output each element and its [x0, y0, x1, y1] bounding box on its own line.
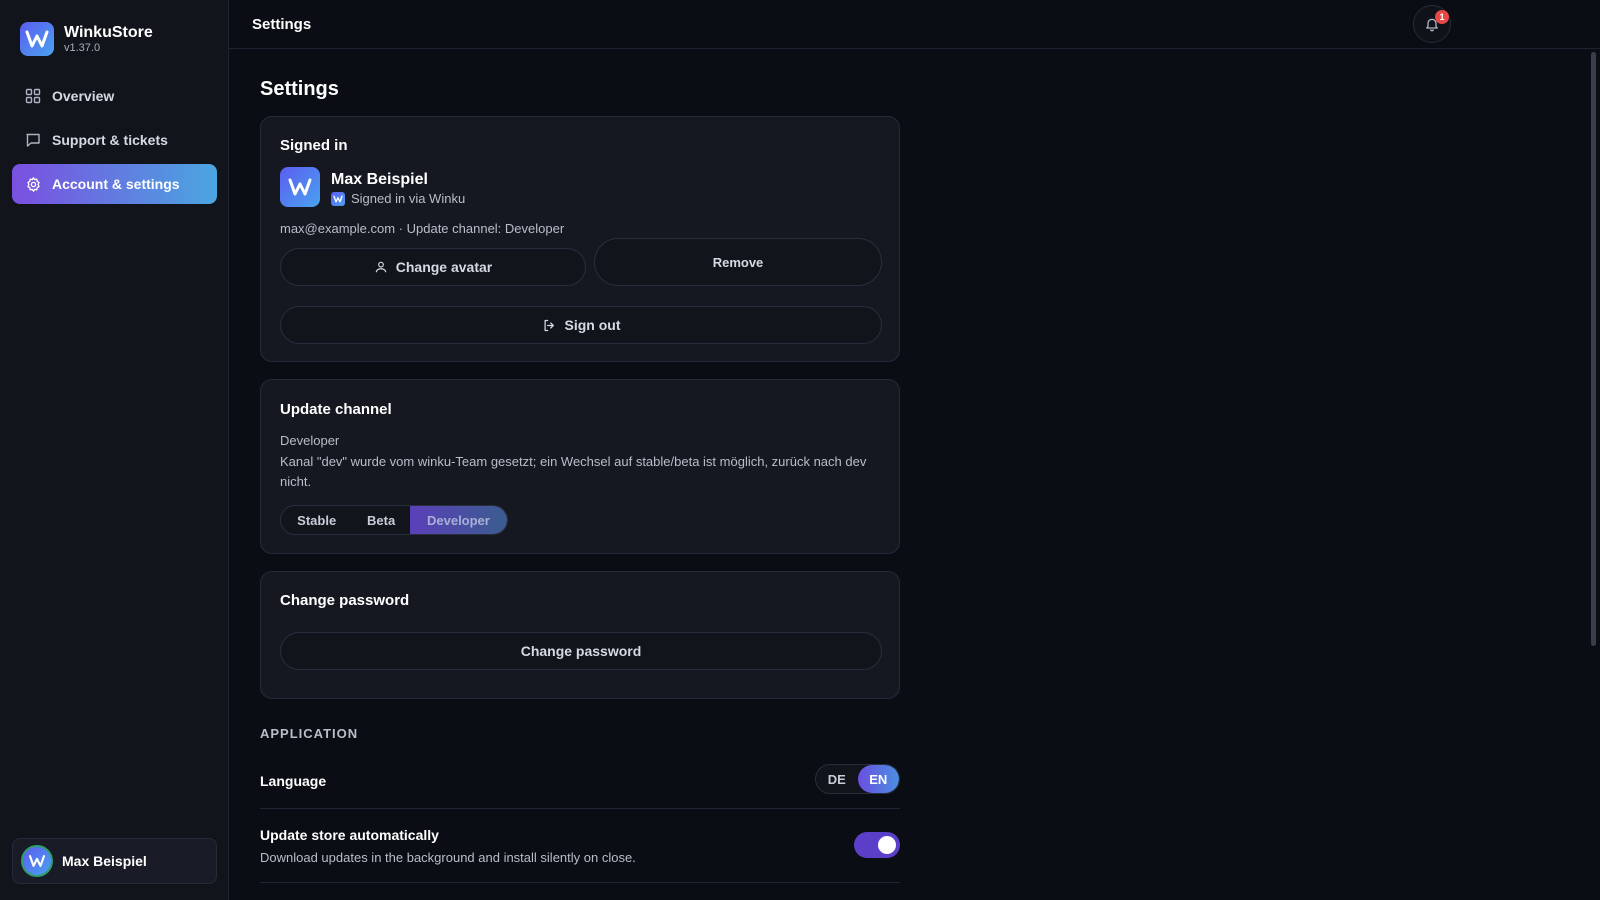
- auto-update-toggle[interactable]: [854, 832, 900, 858]
- change-password-card: Change password Change password: [260, 571, 900, 699]
- user-name: Max Beispiel: [62, 853, 147, 869]
- channel-selector: Stable Beta Developer: [280, 505, 508, 535]
- language-option-en[interactable]: EN: [857, 765, 899, 793]
- signed-in-heading: Signed in: [280, 137, 348, 154]
- scrollbar[interactable]: [1591, 52, 1596, 646]
- divider: [260, 808, 900, 809]
- change-password-button[interactable]: Change password: [280, 632, 882, 670]
- topbar-title: Settings: [252, 16, 312, 33]
- gear-icon: [24, 175, 42, 193]
- divider: [260, 882, 900, 883]
- signed-in-card: Signed in Max Beispiel Signed in via Win…: [260, 116, 900, 362]
- avatar: [21, 845, 53, 877]
- chat-icon: [24, 131, 42, 149]
- sign-out-button[interactable]: Sign out: [280, 306, 882, 344]
- update-channel-card: Update channel Developer Kanal "dev" wur…: [260, 379, 900, 554]
- topbar: Settings 1: [229, 0, 1600, 49]
- sign-out-icon: [542, 318, 557, 333]
- sidebar-item-overview[interactable]: Overview: [12, 76, 217, 116]
- provider-text: Signed in via Winku: [351, 191, 466, 206]
- change-password-label: Change password: [520, 643, 642, 659]
- change-avatar-label: Change avatar: [395, 259, 493, 275]
- change-password-heading: Change password: [280, 592, 410, 609]
- notifications-button[interactable]: 1: [1413, 5, 1451, 43]
- account-meta: max@example.com · Update channel: Develo…: [280, 221, 565, 236]
- user-chip[interactable]: Max Beispiel: [12, 838, 217, 884]
- profile-avatar: [280, 167, 320, 207]
- channel-option-stable[interactable]: Stable: [281, 506, 352, 534]
- winku-logo-icon: [20, 22, 54, 56]
- page-title: Settings: [260, 78, 339, 100]
- brand[interactable]: WinkuStore v1.37.0: [20, 22, 153, 56]
- sign-out-label: Sign out: [564, 317, 621, 333]
- change-avatar-button[interactable]: Change avatar: [280, 248, 586, 286]
- sidebar-item-account-settings[interactable]: Account & settings: [12, 164, 217, 204]
- update-channel-heading: Update channel: [280, 401, 392, 418]
- sidebar-item-support[interactable]: Support & tickets: [12, 120, 217, 160]
- grid-icon: [24, 87, 42, 105]
- profile-name: Max Beispiel: [331, 171, 428, 188]
- application-section-label: APPLICATION: [260, 726, 359, 741]
- channel-option-developer[interactable]: Developer: [409, 506, 507, 534]
- language-label: Language: [260, 773, 327, 789]
- remove-label: Remove: [712, 254, 764, 270]
- sidebar-item-label: Overview: [52, 88, 115, 104]
- user-icon: [374, 260, 388, 274]
- toggle-knob: [878, 836, 896, 854]
- sidebar: WinkuStore v1.37.0 Overview Support & ti…: [0, 0, 229, 900]
- language-option-de[interactable]: DE: [816, 765, 858, 793]
- current-channel: Developer: [280, 433, 340, 448]
- remove-avatar-button[interactable]: Remove: [594, 238, 882, 286]
- auto-update-label: Update store automatically: [260, 827, 439, 843]
- winku-provider-icon: [331, 191, 345, 206]
- auto-update-description: Download updates in the background and i…: [260, 850, 636, 865]
- provider-line: Signed in via Winku: [331, 191, 465, 206]
- sidebar-item-label: Account & settings: [52, 176, 180, 192]
- channel-option-beta[interactable]: Beta: [352, 506, 409, 534]
- sidebar-item-label: Support & tickets: [52, 132, 168, 148]
- notification-badge: 1: [1435, 10, 1449, 24]
- language-toggle: DE EN: [815, 764, 900, 794]
- app-version: v1.37.0: [64, 42, 101, 54]
- app-name: WinkuStore: [64, 24, 153, 41]
- channel-description: Kanal "dev" wurde vom winku-Team gesetzt…: [280, 454, 867, 489]
